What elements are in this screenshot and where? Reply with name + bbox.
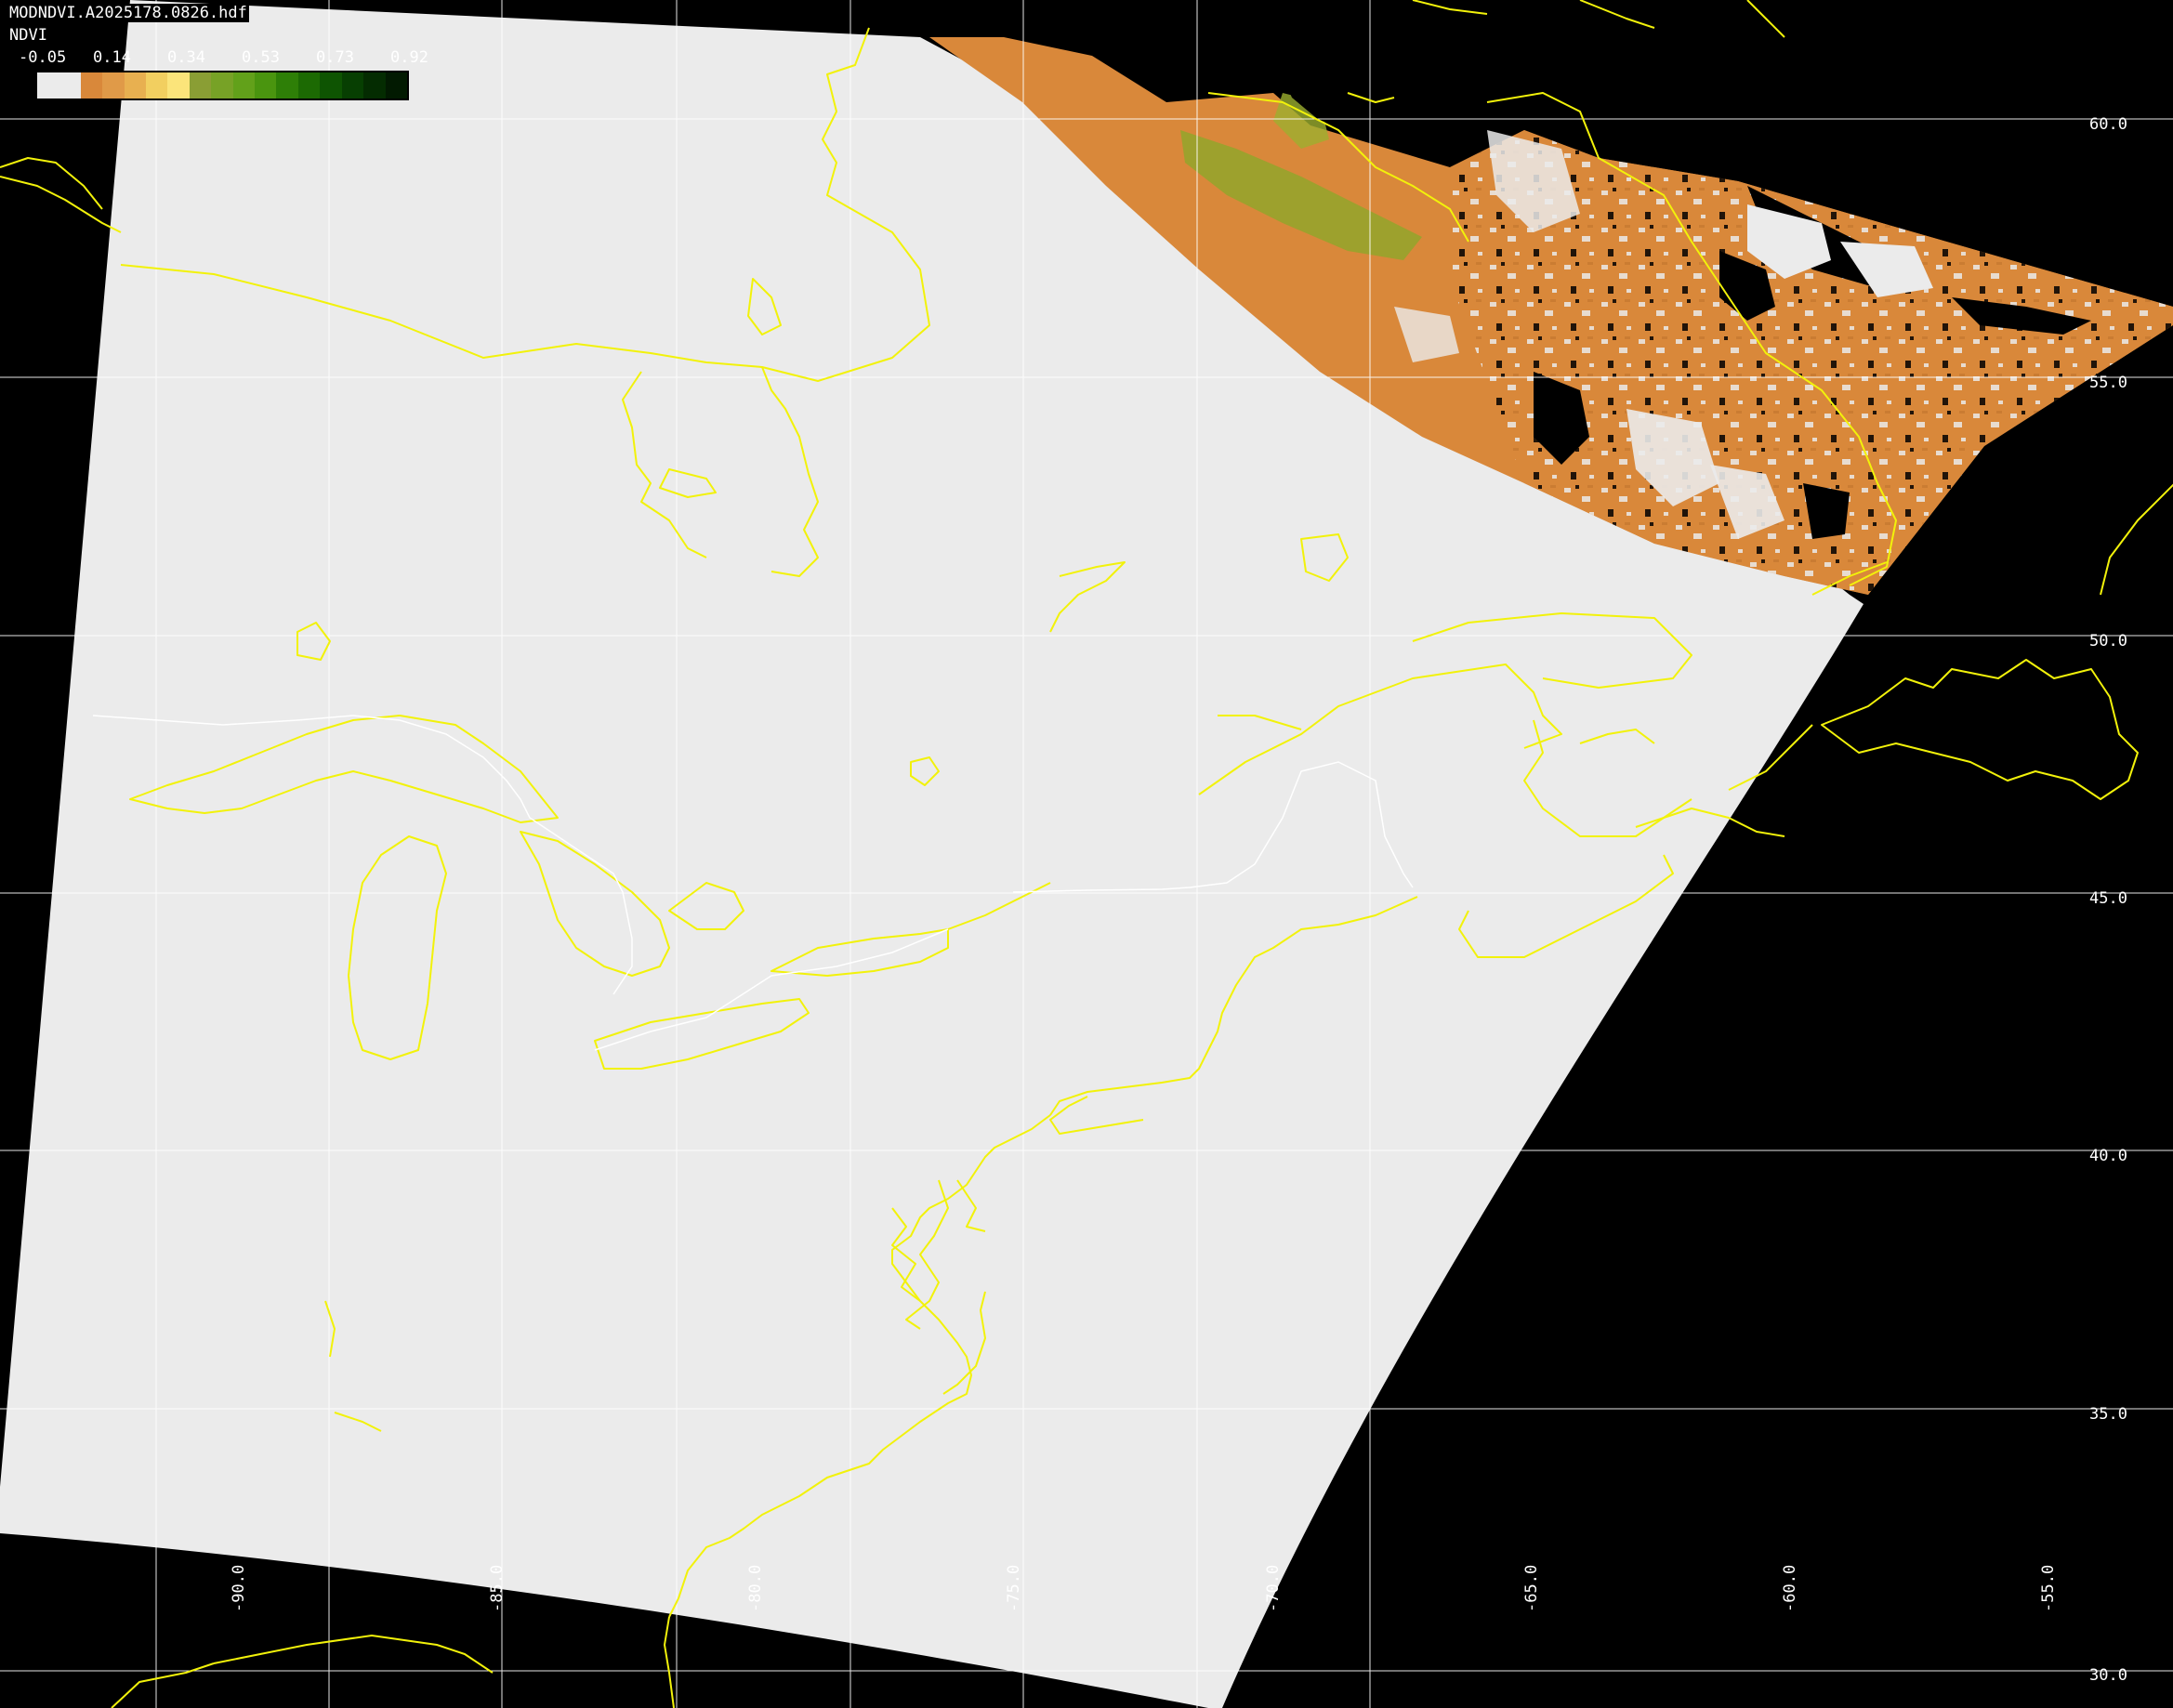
lat-label: 60.0	[2089, 115, 2127, 134]
colorbar-segment	[124, 72, 147, 99]
colorbar-segment	[80, 72, 103, 99]
lat-label: 35.0	[2089, 1405, 2127, 1424]
file-name: MODNDVI.A2025178.0826.hdf	[7, 4, 249, 22]
colorbar-tick: -0.05	[19, 48, 67, 67]
colorbar-segment	[37, 72, 81, 99]
variable-name: NDVI	[7, 26, 49, 45]
lon-label: -55.0	[2039, 1565, 2058, 1612]
colorbar-segment	[385, 72, 407, 99]
colorbar-segment	[276, 72, 298, 99]
colorbar-segment	[255, 72, 277, 99]
ndvi-map: -90.0 -85.0 -80.0 -75.0 -70.0 -65.0 -60.…	[0, 0, 2173, 1708]
colorbar-segment	[320, 72, 342, 99]
colorbar-segment	[189, 72, 212, 99]
lon-label: -80.0	[746, 1565, 765, 1612]
lon-label: -60.0	[1781, 1565, 1799, 1612]
lon-label: -85.0	[488, 1565, 507, 1612]
colorbar-tick: 0.92	[390, 48, 428, 67]
colorbar-tick: 0.73	[316, 48, 354, 67]
lat-label: 50.0	[2089, 632, 2127, 650]
lon-label: -65.0	[1522, 1565, 1541, 1612]
colorbar-segment	[341, 72, 364, 99]
lat-label: 40.0	[2089, 1147, 2127, 1165]
lon-label: -75.0	[1005, 1565, 1023, 1612]
lat-label: 45.0	[2089, 889, 2127, 908]
colorbar	[35, 71, 409, 100]
colorbar-segment	[363, 72, 386, 99]
colorbar-segment	[167, 72, 190, 99]
colorbar-segment	[297, 72, 321, 99]
colorbar-segment	[211, 72, 233, 99]
lon-label: -90.0	[230, 1565, 248, 1612]
colorbar-tick: 0.14	[93, 48, 131, 67]
colorbar-segment	[146, 72, 168, 99]
colorbar-tick: 0.34	[167, 48, 205, 67]
colorbar-strip	[37, 72, 407, 99]
colorbar-segment	[102, 72, 125, 99]
lat-label: 30.0	[2089, 1666, 2127, 1685]
colorbar-tick: 0.53	[242, 48, 280, 67]
lon-label: -70.0	[1264, 1565, 1283, 1612]
colorbar-segment	[232, 72, 256, 99]
lat-label: 55.0	[2089, 374, 2127, 392]
